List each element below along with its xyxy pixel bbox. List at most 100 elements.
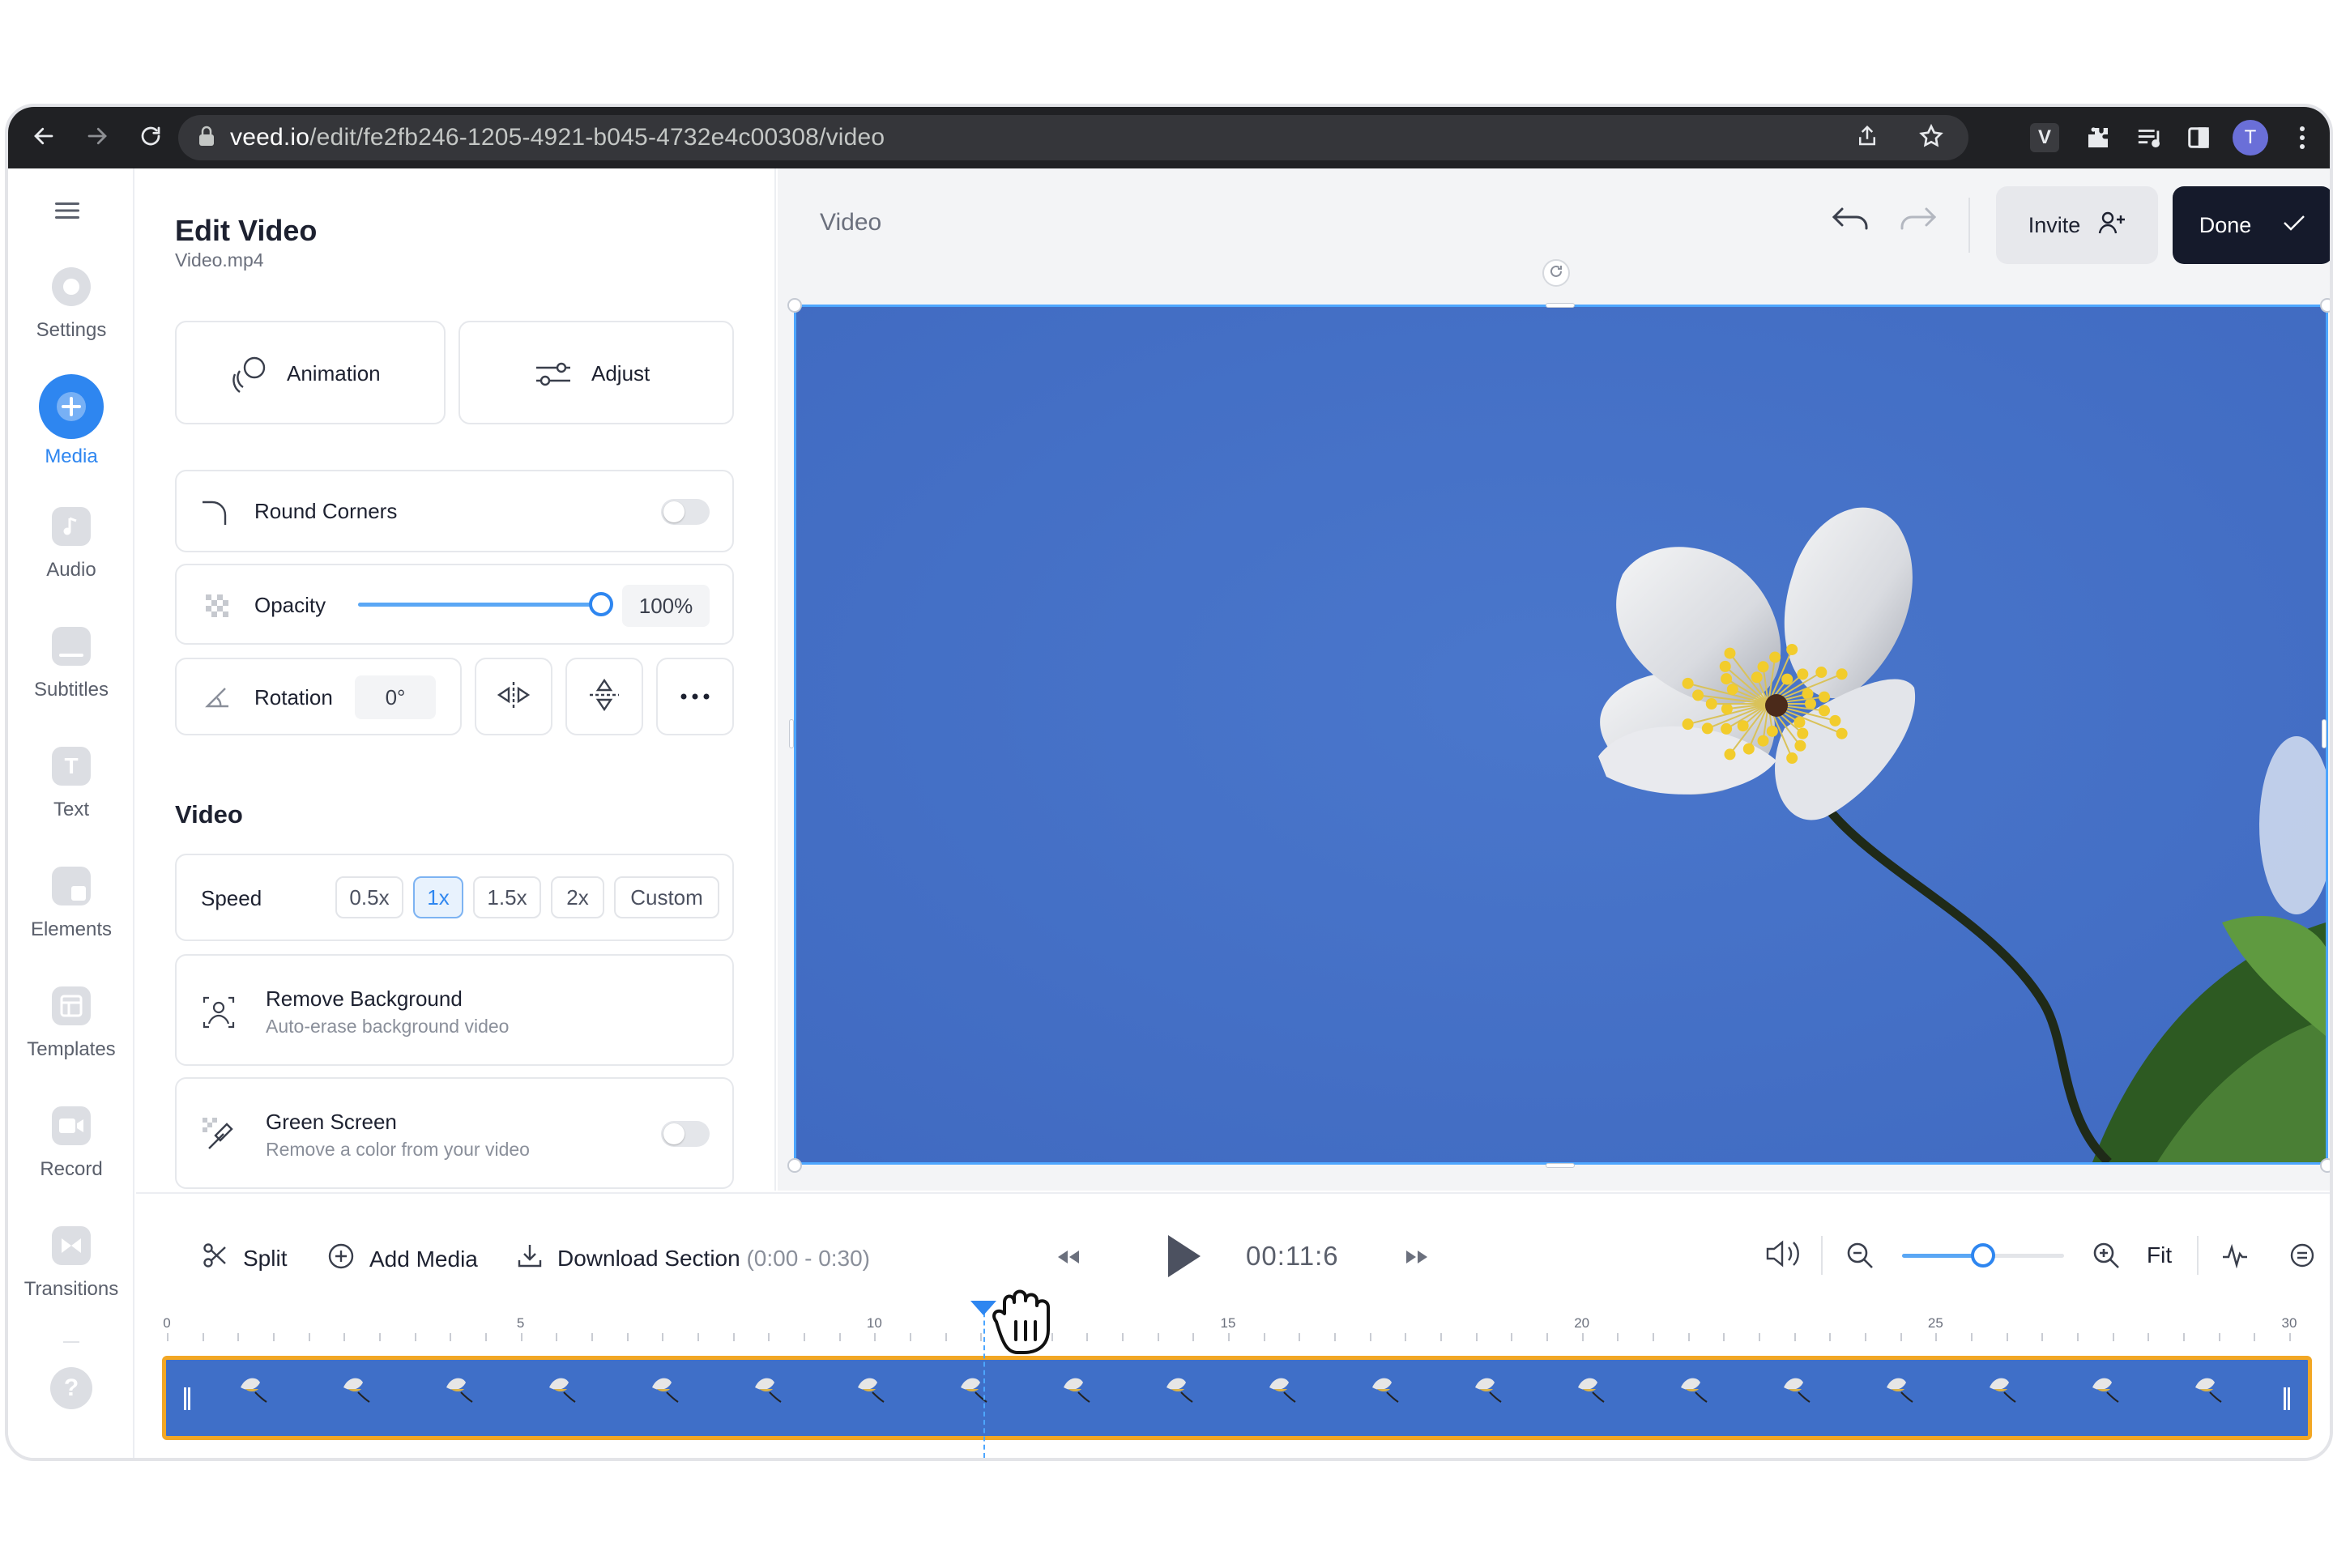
- ruler-label: 0: [163, 1315, 171, 1331]
- resize-handle-bottom-right[interactable]: [2320, 1158, 2330, 1173]
- clip-end-handle[interactable]: [2284, 1387, 2290, 1410]
- waveform-icon[interactable]: [2221, 1242, 2249, 1272]
- sidebar-item-templates[interactable]: Templates: [8, 986, 134, 1061]
- zoom-slider-handle[interactable]: [1971, 1243, 1995, 1268]
- rotation-value-input[interactable]: 0°: [355, 675, 436, 719]
- record-icon: [52, 1106, 91, 1145]
- ruler-tick: [1405, 1333, 1407, 1341]
- more-options-button[interactable]: [656, 658, 734, 735]
- rewind-icon[interactable]: [1055, 1247, 1081, 1271]
- split-button[interactable]: Split: [203, 1242, 287, 1274]
- url-text: veed.io/edit/fe2fb246-1205-4921-b045-473…: [230, 124, 885, 151]
- opacity-slider-track[interactable]: [358, 592, 613, 616]
- ruler-tick: [1299, 1333, 1301, 1341]
- profile-avatar[interactable]: T: [2231, 118, 2270, 157]
- fast-forward-icon[interactable]: [1405, 1247, 1431, 1271]
- ruler-tick: [2041, 1333, 2044, 1341]
- clip-thumbnail: [1774, 1371, 1813, 1404]
- sidebar-item-transitions[interactable]: Transitions: [8, 1226, 134, 1301]
- resize-handle-bottom-left[interactable]: [787, 1158, 802, 1173]
- speed-option-custom[interactable]: Custom: [614, 876, 719, 918]
- round-corners-toggle[interactable]: [661, 499, 710, 525]
- done-button[interactable]: Done: [2173, 186, 2330, 264]
- invite-button[interactable]: Invite: [1996, 186, 2158, 264]
- opacity-slider-handle[interactable]: [589, 592, 613, 616]
- sidebar-item-settings[interactable]: Settings: [8, 267, 134, 342]
- speed-option-2x[interactable]: 2x: [551, 876, 604, 918]
- bookmark-star-icon[interactable]: [1918, 123, 1944, 153]
- resize-handle-right[interactable]: [2322, 719, 2327, 748]
- puzzle-extensions-icon[interactable]: [2079, 118, 2118, 157]
- fit-button[interactable]: Fit: [2147, 1242, 2172, 1268]
- ruler-label: 5: [516, 1315, 525, 1331]
- sidebar-item-subtitles[interactable]: Subtitles: [8, 627, 134, 701]
- speed-option-1.5x[interactable]: 1.5x: [473, 876, 541, 918]
- subtitles-toggle-icon[interactable]: [2289, 1242, 2315, 1272]
- veed-extension-icon[interactable]: V: [2025, 118, 2064, 157]
- ruler-label: 25: [1927, 1315, 1943, 1331]
- clip-thumbnail: [1465, 1371, 1504, 1404]
- clip-start-handle[interactable]: [184, 1387, 190, 1410]
- ruler-tick: [1440, 1333, 1442, 1341]
- rotate-handle[interactable]: [1542, 259, 1570, 287]
- hamburger-menu-icon[interactable]: [55, 201, 79, 224]
- help-icon[interactable]: ?: [50, 1367, 92, 1409]
- speed-option-1x[interactable]: 1x: [413, 876, 463, 918]
- media-controls-icon[interactable]: [2130, 118, 2169, 157]
- ruler-tick: [980, 1333, 983, 1341]
- opacity-row: Opacity 100%: [175, 564, 734, 645]
- opacity-value-input[interactable]: 100%: [622, 585, 710, 627]
- resize-handle-top-right[interactable]: [2320, 298, 2330, 313]
- resize-handle-top[interactable]: [1546, 303, 1575, 308]
- share-icon[interactable]: [1855, 124, 1879, 152]
- zoom-out-icon[interactable]: [1845, 1241, 1875, 1274]
- sidebar-item-elements[interactable]: Elements: [8, 867, 134, 941]
- sidebar-item-record[interactable]: Record: [8, 1106, 134, 1181]
- sidebar-item-audio[interactable]: Audio: [8, 507, 134, 582]
- eyedropper-icon: [203, 1118, 238, 1157]
- reload-button[interactable]: [131, 118, 170, 157]
- ruler-tick: [1334, 1333, 1336, 1341]
- green-screen-toggle[interactable]: [661, 1121, 710, 1147]
- resize-handle-top-left[interactable]: [787, 298, 802, 313]
- ruler-tick: [1723, 1333, 1725, 1341]
- timeline-ruler: 0 5 10 15 20 25 30: [160, 1315, 2315, 1348]
- ruler-tick: [838, 1333, 841, 1341]
- video-track-clip[interactable]: [162, 1356, 2312, 1440]
- address-bar[interactable]: veed.io/edit/fe2fb246-1205-4921-b045-473…: [178, 115, 1968, 160]
- back-button[interactable]: [24, 118, 63, 157]
- flip-horizontal-button[interactable]: [475, 658, 552, 735]
- sidebar-item-media[interactable]: Media: [8, 374, 134, 468]
- remove-background-row[interactable]: Remove Background Auto-erase background …: [175, 954, 734, 1066]
- resize-handle-left[interactable]: [789, 719, 794, 748]
- redo-icon[interactable]: [1899, 206, 1938, 239]
- ruler-tick: [1900, 1333, 1902, 1341]
- ruler-tick: [1122, 1333, 1124, 1341]
- zoom-in-icon[interactable]: [2092, 1241, 2121, 1274]
- speed-option-0.5x[interactable]: 0.5x: [335, 876, 403, 918]
- sidebar-item-label: Elements: [30, 918, 113, 940]
- clip-thumbnail: [231, 1371, 270, 1404]
- undo-icon[interactable]: [1831, 206, 1870, 239]
- side-panel-icon[interactable]: [2179, 118, 2218, 157]
- ruler-tick: [1475, 1333, 1478, 1341]
- current-time: 00:11:6: [1246, 1241, 1339, 1271]
- arrow-right-icon: [85, 124, 109, 152]
- volume-icon[interactable]: [1764, 1238, 1803, 1274]
- rotation-row: Rotation 0°: [175, 658, 462, 735]
- video-preview[interactable]: [794, 305, 2328, 1165]
- animation-button[interactable]: Animation: [175, 321, 446, 424]
- flip-vertical-button[interactable]: [565, 658, 643, 735]
- resize-handle-bottom[interactable]: [1546, 1163, 1575, 1168]
- play-button[interactable]: [1163, 1233, 1204, 1284]
- adjust-button[interactable]: Adjust: [458, 321, 734, 424]
- sliders-icon: [535, 358, 572, 394]
- browser-menu-icon[interactable]: [2283, 118, 2322, 157]
- forward-button[interactable]: [78, 118, 117, 157]
- clip-thumbnail: [1980, 1371, 2019, 1404]
- zoom-slider-track[interactable]: [1902, 1243, 2064, 1268]
- add-media-button[interactable]: Add Media: [327, 1242, 478, 1276]
- download-section-button[interactable]: Download Section (0:00 - 0:30): [517, 1242, 870, 1274]
- sidebar-item-text[interactable]: T Text: [8, 747, 134, 821]
- arrow-left-icon: [32, 124, 56, 152]
